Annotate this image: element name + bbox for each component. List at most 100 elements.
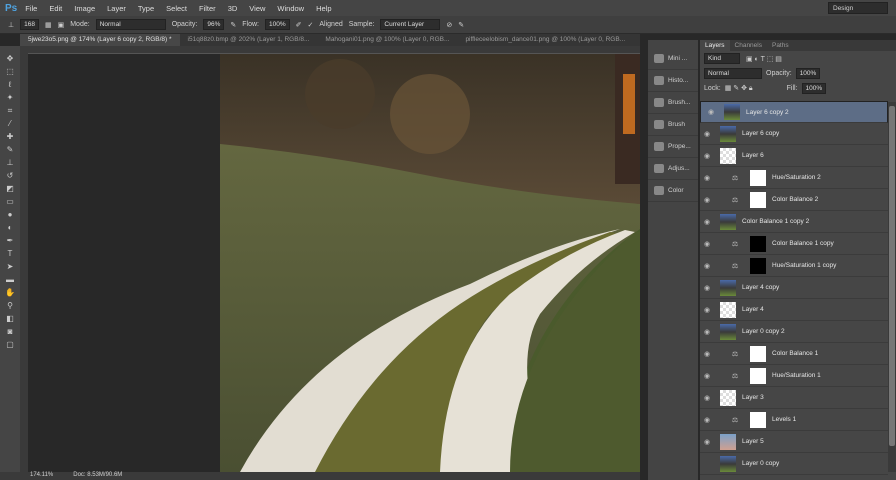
eye-icon[interactable]: ◉ [700,218,714,226]
layer-thumbnail[interactable] [720,433,736,450]
layer-name[interactable]: Layer 0 copy 2 [742,328,785,335]
eye-icon[interactable]: ◉ [700,306,714,314]
ignore-adjustment-icon[interactable]: ⊘ [446,21,452,29]
eye-icon[interactable]: ◉ [700,196,714,204]
tab-channels[interactable]: Channels [730,40,767,51]
document-size[interactable]: Doc: 8.53M/90.6M [73,472,122,480]
layer-thumbnail[interactable] [720,389,736,406]
menu-select[interactable]: Select [166,4,187,13]
layer-name[interactable]: Color Balance 1 copy 2 [742,218,809,225]
layer-name[interactable]: Layer 5 [742,438,764,445]
aligned-checkbox[interactable]: ✓ [308,21,314,29]
clone-stamp-tool-icon[interactable]: ⊥ [5,158,15,168]
tab-layers[interactable]: Layers [700,40,730,51]
lasso-tool-icon[interactable]: ℓ [5,80,15,90]
layer-mask-thumbnail[interactable] [750,169,766,186]
eye-icon[interactable]: ◉ [700,262,714,270]
eye-icon[interactable]: ◉ [704,108,718,116]
layer-row[interactable]: ◉ ⚖ Color Balance 1 [700,343,888,365]
layer-name[interactable]: Layer 0 copy [742,460,779,467]
eraser-tool-icon[interactable]: ◩ [5,184,15,194]
history-brush-tool-icon[interactable]: ↺ [5,171,15,181]
quick-mask-icon[interactable]: ◙ [5,327,15,337]
layer-thumbnail[interactable] [720,279,736,296]
eye-icon[interactable]: ◉ [700,372,714,380]
flow-input[interactable]: 100% [265,19,290,30]
layer-name[interactable]: Hue/Saturation 1 copy [772,262,836,269]
eye-icon[interactable]: ◉ [700,416,714,424]
layer-mask-thumbnail[interactable] [750,411,766,428]
layer-row[interactable]: ◉ Layer 5 [700,431,888,453]
eye-icon[interactable]: ◉ [700,130,714,138]
eyedropper-tool-icon[interactable]: ⁄ [5,119,15,129]
shape-tool-icon[interactable]: ▬ [5,275,15,285]
menu-help[interactable]: Help [316,4,331,13]
layer-thumbnail[interactable] [720,455,736,472]
eye-icon[interactable]: ◉ [700,394,714,402]
eye-icon[interactable]: ◉ [700,284,714,292]
eye-icon[interactable]: ◉ [700,152,714,160]
layer-row[interactable]: ◉ Layer 4 [700,299,888,321]
eye-icon[interactable]: ◉ [700,174,714,182]
lock-icons[interactable]: ▦ ✎ ✥ 🔒︎ [725,84,753,93]
layer-opacity-input[interactable]: 100% [795,68,821,79]
opacity-input[interactable]: 96% [203,19,225,30]
layer-row[interactable]: Layer 0 copy [700,453,888,475]
crop-tool-icon[interactable]: ⌗ [5,106,15,116]
layer-thumbnail[interactable] [724,104,740,120]
eye-icon[interactable]: ◉ [700,240,714,248]
menu-image[interactable]: Image [74,4,95,13]
quick-select-tool-icon[interactable]: ✦ [5,93,15,103]
hand-tool-icon[interactable]: ✋ [5,288,15,298]
menu-type[interactable]: Type [138,4,154,13]
dock-brush-presets[interactable]: Brush... [648,92,698,114]
menu-edit[interactable]: Edit [49,4,62,13]
layer-name[interactable]: Layer 6 copy 2 [746,109,789,116]
layer-name[interactable]: Color Balance 1 [772,350,818,357]
marquee-tool-icon[interactable]: ⬚ [5,67,15,77]
screen-mode-icon[interactable]: ▢ [5,340,15,350]
layer-name[interactable]: Layer 3 [742,394,764,401]
menu-window[interactable]: Window [277,4,304,13]
layer-row[interactable]: ◉ Layer 3 [700,387,888,409]
menu-view[interactable]: View [249,4,265,13]
layer-row[interactable]: ◉ ⚖ Hue/Saturation 1 [700,365,888,387]
layer-row[interactable]: ◉ ⚖ Color Balance 1 copy [700,233,888,255]
brush-panel-icon[interactable]: ▦ [45,21,52,29]
path-select-tool-icon[interactable]: ➤ [5,262,15,272]
layer-row[interactable]: ◉ Layer 6 [700,145,888,167]
zoom-level[interactable]: 174.11% [30,472,53,480]
layer-row[interactable]: ◉ Layer 0 copy 2 [700,321,888,343]
menu-filter[interactable]: Filter [199,4,216,13]
layer-name[interactable]: Hue/Saturation 2 [772,174,821,181]
layer-row[interactable]: ◉ ⚖ Levels 1 [700,409,888,431]
layer-mask-thumbnail[interactable] [750,191,766,208]
blend-mode-select[interactable]: Normal [704,68,762,79]
clone-source-icon[interactable]: ▣ [58,21,65,29]
layer-thumbnail[interactable] [720,125,736,142]
layer-row[interactable]: ◉ Layer 6 copy [700,123,888,145]
layer-row[interactable]: ◉ ⚖ Hue/Saturation 1 copy [700,255,888,277]
brush-size[interactable]: 168 [20,19,39,30]
layer-row[interactable]: ◉ Layer 6 copy 2 [700,101,888,123]
layer-row[interactable]: ◉ ⚖ Hue/Saturation 2 [700,167,888,189]
layer-name[interactable]: Color Balance 2 [772,196,818,203]
menu-file[interactable]: File [25,4,37,13]
layers-scrollbar[interactable] [888,102,896,472]
pressure-size-icon[interactable]: ✎ [458,21,464,29]
tab-document-2[interactable]: i51q88z0.bmp @ 202% (Layer 1, RGB/8... [180,34,318,46]
healing-tool-icon[interactable]: ✚ [5,132,15,142]
blur-tool-icon[interactable]: ● [5,210,15,220]
brush-tool-icon[interactable]: ✎ [5,145,15,155]
workspace-select[interactable]: Design [828,2,888,14]
airbrush-icon[interactable]: ✐ [296,21,302,29]
dock-adjustments[interactable]: Adjus... [648,158,698,180]
menu-layer[interactable]: Layer [107,4,126,13]
mode-select[interactable]: Normal [95,19,166,30]
layer-mask-thumbnail[interactable] [750,345,766,362]
layer-name[interactable]: Color Balance 1 copy [772,240,834,247]
layer-thumbnail[interactable] [720,301,736,318]
layer-thumbnail[interactable] [720,147,736,164]
tab-document-3[interactable]: Mahogani01.png @ 100% (Layer 0, RGB... [317,34,457,46]
dodge-tool-icon[interactable]: ◐ [5,223,15,233]
